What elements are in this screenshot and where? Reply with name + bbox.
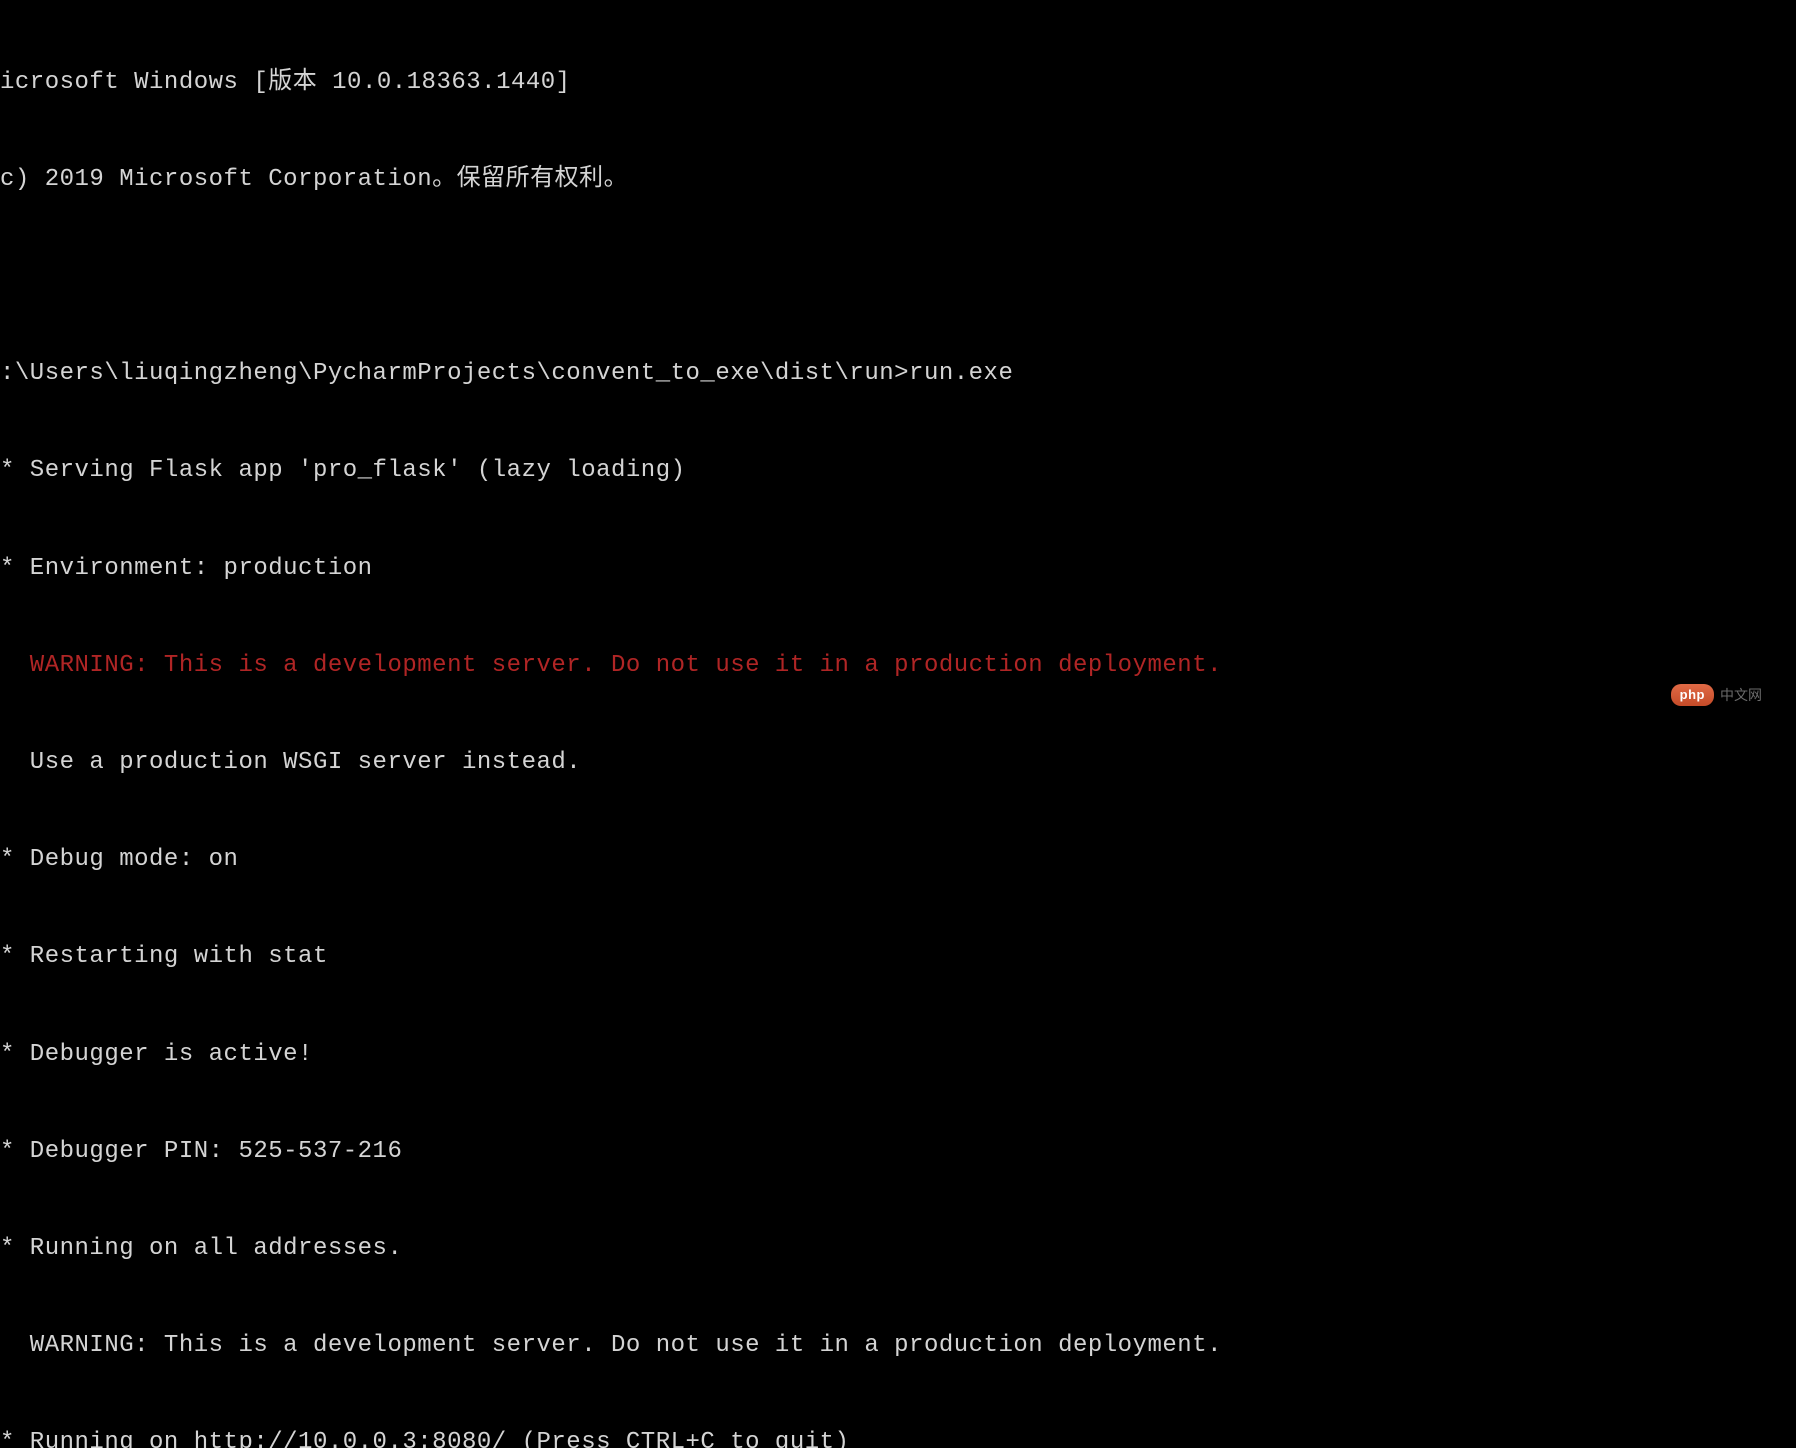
terminal-line: * Debug mode: on xyxy=(0,844,1796,876)
terminal-line-warning: WARNING: This is a development server. D… xyxy=(0,650,1796,682)
terminal-line: Use a production WSGI server instead. xyxy=(0,747,1796,779)
terminal-line: WARNING: This is a development server. D… xyxy=(0,1330,1796,1362)
terminal-line: * Debugger is active! xyxy=(0,1039,1796,1071)
terminal-line: * Running on http://10.0.0.3:8080/ (Pres… xyxy=(0,1427,1796,1448)
terminal-line: * Running on all addresses. xyxy=(0,1233,1796,1265)
watermark-label: 中文网 xyxy=(1720,686,1762,705)
terminal-line: :\Users\liuqingzheng\PycharmProjects\con… xyxy=(0,358,1796,390)
terminal-line: icrosoft Windows [版本 10.0.18363.1440] xyxy=(0,67,1796,99)
watermark-pill: php xyxy=(1671,684,1714,706)
terminal-line: * Environment: production xyxy=(0,553,1796,585)
terminal-line: c) 2019 Microsoft Corporation。保留所有权利。 xyxy=(0,164,1796,196)
terminal-line xyxy=(0,261,1796,293)
terminal-line: * Serving Flask app 'pro_flask' (lazy lo… xyxy=(0,455,1796,487)
terminal-line: * Debugger PIN: 525-537-216 xyxy=(0,1136,1796,1168)
terminal-line: * Restarting with stat xyxy=(0,941,1796,973)
watermark: php 中文网 xyxy=(1671,684,1762,706)
terminal-output[interactable]: icrosoft Windows [版本 10.0.18363.1440] c)… xyxy=(0,2,1796,1448)
